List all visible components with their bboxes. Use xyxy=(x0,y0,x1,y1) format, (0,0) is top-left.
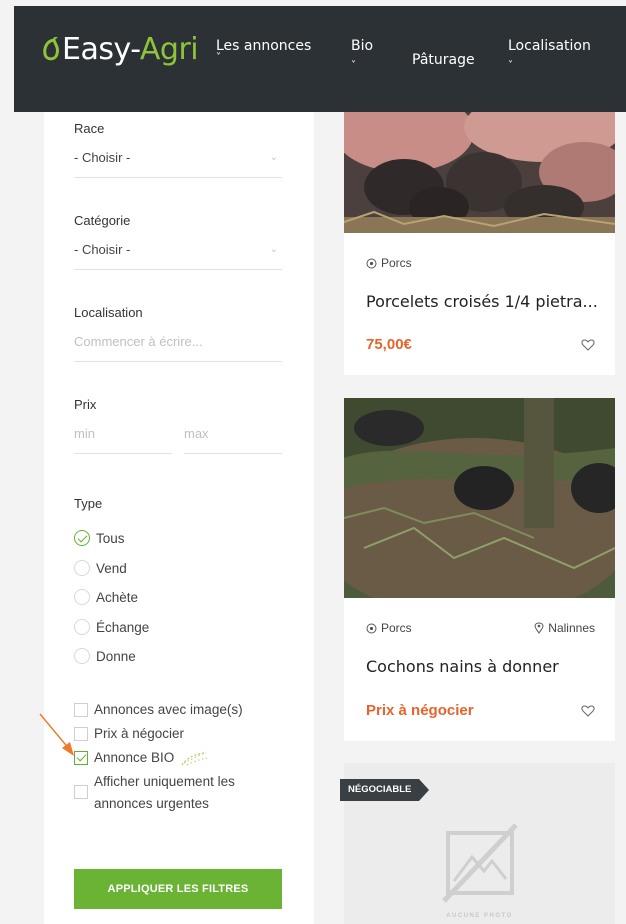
categorie-select-value: - Choisir - xyxy=(74,242,131,257)
category-circle-icon xyxy=(366,258,377,268)
annotation-arrow-icon xyxy=(39,713,74,756)
nav-bio[interactable]: Bio ˅ xyxy=(351,38,373,71)
checkbox-label: Prix à négocier xyxy=(94,726,185,741)
chevron-down-icon: ⌄ xyxy=(269,244,278,255)
chevron-down-icon: ⌄ xyxy=(269,152,278,163)
checkbox-avec-images[interactable]: Annonces avec image(s) xyxy=(74,699,243,721)
radio-icon xyxy=(74,648,90,664)
filter-panel: Race - Choisir - ⌄ Catégorie - Choisir -… xyxy=(44,112,314,924)
no-photo-label: AUCUNE PHOTO xyxy=(446,913,513,919)
prix-label: Prix xyxy=(74,397,97,412)
chevron-down-icon: ˅ xyxy=(351,60,356,71)
type-radio-vend[interactable]: Vend xyxy=(74,560,127,576)
no-photo-icon xyxy=(442,823,518,903)
checkbox-annonce-bio[interactable]: Annonce BIO xyxy=(74,747,210,769)
checkbox-label: Annonces avec image(s) xyxy=(94,702,243,717)
nav-localisation[interactable]: Localisation ˅ xyxy=(508,38,591,71)
type-radio-tous[interactable]: Tous xyxy=(74,530,125,546)
listing-photo[interactable] xyxy=(344,112,615,233)
race-select-value: - Choisir - xyxy=(74,150,131,165)
nav-label: Bio xyxy=(351,38,374,54)
negociable-badge: NÉGOCIABLE xyxy=(340,779,430,801)
nav-paturage[interactable]: Pâturage xyxy=(412,52,475,68)
nav-label: Les annonces xyxy=(216,38,312,54)
radio-label: Donne xyxy=(96,648,136,664)
prix-min-input[interactable]: min xyxy=(74,420,172,454)
checkbox-label: Afficher uniquement les annonces urgente… xyxy=(94,774,235,811)
radio-icon xyxy=(74,619,90,635)
leaf-logo-icon xyxy=(43,36,60,60)
nav-label: Localisation xyxy=(508,38,591,54)
category-label: Porcs xyxy=(381,621,412,635)
location-label: Nalinnes xyxy=(548,621,595,635)
logo-text-suffix: Agri xyxy=(139,32,199,67)
radio-label: Achète xyxy=(96,589,139,605)
category-label: Porcs xyxy=(381,256,412,270)
listing-card[interactable]: Porcs Porcelets croisés 1/4 pietra... 75… xyxy=(344,112,615,375)
chevron-down-icon: ˅ xyxy=(508,60,513,71)
localisation-input[interactable]: Commencer à écrire... xyxy=(74,328,282,362)
radio-label: Échange xyxy=(96,619,150,635)
listing-title[interactable]: Cochons nains à donner xyxy=(366,657,559,676)
listing-photo[interactable] xyxy=(344,398,615,598)
eu-organic-leaf-icon xyxy=(181,751,208,766)
pigs-photo xyxy=(344,112,615,233)
listing-location: Nalinnes xyxy=(534,621,595,635)
apply-filters-button[interactable]: APPLIQUER LES FILTRES xyxy=(74,869,282,909)
checkbox-prix-negocier[interactable]: Prix à négocier xyxy=(74,723,184,745)
heart-icon[interactable] xyxy=(581,338,595,352)
nav-label: Pâturage xyxy=(412,52,475,68)
nav-les-annonces[interactable]: Les annonces ˅ xyxy=(216,38,311,63)
listing-title[interactable]: Porcelets croisés 1/4 pietra... xyxy=(366,292,598,311)
radio-label: Tous xyxy=(96,530,125,546)
map-pin-icon xyxy=(534,622,544,634)
site-header: Easy-Agri Les annonces ˅ Bio ˅ Pâturage … xyxy=(14,6,626,112)
radio-icon xyxy=(74,560,90,576)
pigs-forest-photo xyxy=(344,398,615,598)
categorie-select[interactable]: - Choisir - ⌄ xyxy=(74,236,282,270)
type-radio-achete[interactable]: Achète xyxy=(74,589,138,605)
checkbox-icon xyxy=(74,785,88,799)
listing-category: Porcs xyxy=(366,621,412,635)
race-label: Race xyxy=(74,121,105,136)
checkbox-annonces-urgentes[interactable]: Afficher uniquement les annonces urgente… xyxy=(74,771,284,815)
radio-checked-icon xyxy=(74,530,90,546)
logo[interactable]: Easy-Agri xyxy=(42,32,199,67)
radio-icon xyxy=(74,589,90,605)
localisation-label: Localisation xyxy=(74,305,143,320)
logo-text-prefix: Easy- xyxy=(62,32,140,67)
checkbox-label: Annonce BIO xyxy=(94,750,175,765)
type-radio-donne[interactable]: Donne xyxy=(74,648,136,664)
race-select[interactable]: - Choisir - ⌄ xyxy=(74,144,282,178)
listing-price: Prix à négocier xyxy=(366,702,474,719)
categorie-label: Catégorie xyxy=(74,213,131,228)
listing-card[interactable]: Porcs Nalinnes Cochons nains à donner Pr… xyxy=(344,398,615,741)
type-radio-echange[interactable]: Échange xyxy=(74,619,149,635)
heart-icon[interactable] xyxy=(581,704,595,718)
radio-label: Vend xyxy=(96,560,127,576)
prix-max-input[interactable]: max xyxy=(184,420,282,454)
listing-category: Porcs xyxy=(366,256,412,270)
type-label: Type xyxy=(74,496,103,511)
listing-price: 75,00€ xyxy=(366,336,412,353)
category-circle-icon xyxy=(366,623,377,633)
